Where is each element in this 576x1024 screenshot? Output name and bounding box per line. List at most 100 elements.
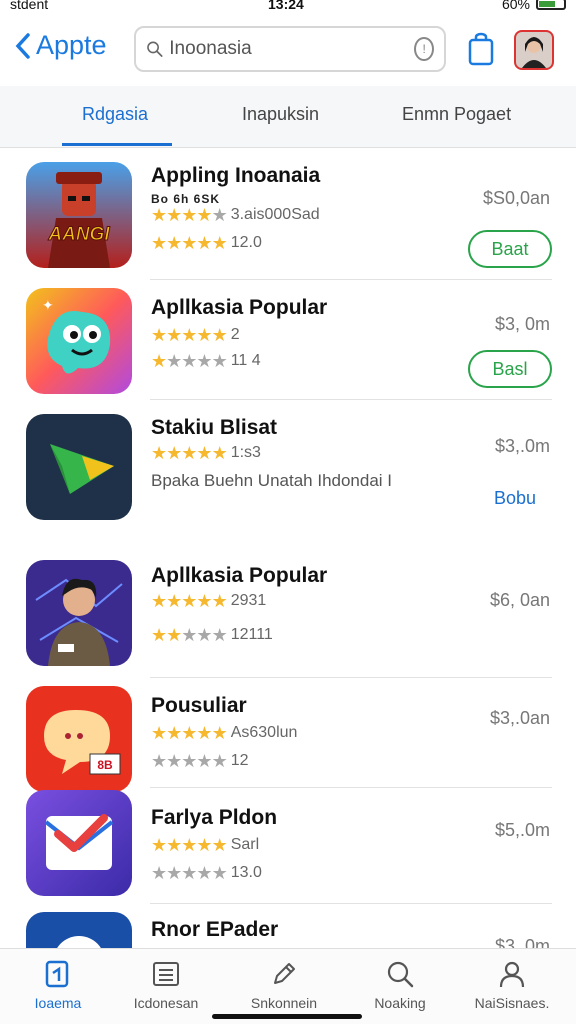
star-filled-icon: ★ bbox=[151, 625, 167, 645]
app-title: Farlya Pldon bbox=[151, 806, 278, 829]
star-rating: ★★★★★ bbox=[151, 325, 228, 345]
star-empty-icon: ★ bbox=[181, 863, 197, 883]
get-button[interactable]: Basl bbox=[468, 350, 552, 388]
star-filled-icon: ★ bbox=[181, 205, 197, 225]
search-bar[interactable]: ! bbox=[134, 26, 446, 72]
star-filled-icon: ★ bbox=[211, 835, 228, 855]
star-empty-icon: ★ bbox=[166, 351, 182, 371]
star-filled-icon: ★ bbox=[181, 591, 197, 611]
tabbar-item-snkonnein[interactable]: Snkonnein bbox=[234, 959, 334, 1011]
star-filled-icon: ★ bbox=[196, 443, 212, 463]
action-link[interactable]: Bobu bbox=[494, 488, 536, 509]
list-item[interactable]: ✦ Apllkasia Popular ★★★★★ 2 ★★★★★ 11 4 $… bbox=[0, 280, 576, 400]
avatar[interactable] bbox=[514, 30, 554, 70]
star-rating: ★★★★★ bbox=[151, 863, 228, 883]
list-item[interactable]: Rnor EPader $3,.0m bbox=[0, 904, 576, 948]
rating-count: As630lun bbox=[230, 724, 298, 741]
star-filled-icon: ★ bbox=[196, 591, 212, 611]
list-item[interactable]: Apllkasia Popular ★★★★★ 2931 ★★★★★ 12111… bbox=[0, 546, 576, 678]
star-filled-icon: ★ bbox=[211, 723, 228, 743]
star-filled-icon: ★ bbox=[196, 205, 212, 225]
tabbar-item-ioaema[interactable]: Ioaema bbox=[8, 959, 108, 1011]
price-label: $3,.0an bbox=[489, 708, 550, 728]
rating-row: ★★★★★ 1:s3 bbox=[151, 444, 261, 462]
price-label: $5,.0m bbox=[494, 820, 550, 840]
rating-row: ★★★★★ 11 4 bbox=[151, 352, 261, 370]
star-filled-icon: ★ bbox=[166, 625, 182, 645]
rating-row: ★★★★★ Sarl bbox=[151, 836, 259, 854]
battery-percent: 60% bbox=[501, 0, 530, 12]
app-icon-avatar[interactable] bbox=[26, 560, 132, 666]
tab-enmn-pogaet[interactable]: Enmn Pogaet bbox=[402, 104, 511, 125]
tabbar-label: Noaking bbox=[374, 995, 426, 1011]
tabbar-item-naisisnaes[interactable]: NaiSisnaes. bbox=[462, 959, 562, 1011]
price-label: $6, 0an bbox=[489, 590, 550, 610]
app-subtitle: Bo 6h 6SK bbox=[151, 192, 221, 206]
star-empty-icon: ★ bbox=[151, 863, 167, 883]
star-rating: ★★★★★ bbox=[151, 751, 228, 771]
star-rating: ★★★★★ bbox=[151, 205, 228, 225]
list-item[interactable]: 8B Pousuliar ★★★★★ As630lun ★★★★★ 12 $3,… bbox=[0, 678, 576, 792]
list-item[interactable]: Stakiu Blisat ★★★★★ 1:s3 Bpaka Buehn Una… bbox=[0, 400, 576, 546]
star-rating: ★★★★★ bbox=[151, 233, 228, 253]
rating-count: 12111 bbox=[230, 626, 273, 643]
rating-row: ★★★★★ 2 bbox=[151, 326, 240, 344]
tabbar-label: NaiSisnaes. bbox=[474, 995, 550, 1011]
tab-inapuksin[interactable]: Inapuksin bbox=[242, 104, 319, 125]
star-rating: ★★★★★ bbox=[151, 835, 228, 855]
star-filled-icon: ★ bbox=[181, 233, 197, 253]
app-icon-play[interactable] bbox=[26, 414, 132, 520]
star-filled-icon: ★ bbox=[151, 351, 167, 371]
tabbar-item-icdonesan[interactable]: Icdonesan bbox=[116, 959, 216, 1011]
star-filled-icon: ★ bbox=[211, 325, 228, 345]
star-empty-icon: ★ bbox=[151, 751, 167, 771]
clock: 13:24 bbox=[268, 0, 304, 12]
back-label: Appte bbox=[36, 30, 107, 60]
star-filled-icon: ★ bbox=[166, 325, 182, 345]
price-label: $3,.0m bbox=[494, 436, 550, 456]
carrier-label: stdent bbox=[10, 0, 49, 12]
app-icon-monster[interactable]: ✦ bbox=[26, 288, 132, 394]
rating-count: 13.0 bbox=[230, 864, 262, 881]
list-item[interactable]: Farlya Pldon ★★★★★ Sarl ★★★★★ 13.0 $5,.0… bbox=[0, 788, 576, 904]
star-filled-icon: ★ bbox=[166, 591, 182, 611]
get-button[interactable]: Baat bbox=[468, 230, 552, 268]
star-filled-icon: ★ bbox=[151, 205, 167, 225]
star-filled-icon: ★ bbox=[211, 443, 228, 463]
app-icon-warrior[interactable]: AANGI bbox=[26, 162, 132, 268]
star-empty-icon: ★ bbox=[211, 863, 228, 883]
shopping-bag-icon[interactable] bbox=[466, 32, 496, 66]
pencil-icon bbox=[274, 963, 295, 984]
star-empty-icon: ★ bbox=[211, 351, 228, 371]
star-filled-icon: ★ bbox=[151, 835, 167, 855]
star-filled-icon: ★ bbox=[166, 233, 182, 253]
star-filled-icon: ★ bbox=[151, 443, 167, 463]
rating-count: 12 bbox=[230, 752, 249, 769]
price-label: $3,.0m bbox=[494, 936, 550, 948]
app-icon-reader[interactable] bbox=[26, 912, 132, 948]
app-icon-chat[interactable]: 8B bbox=[26, 686, 132, 792]
star-empty-icon: ★ bbox=[211, 205, 228, 225]
tabbar-item-noaking[interactable]: Noaking bbox=[350, 959, 450, 1011]
search-input[interactable] bbox=[169, 38, 415, 60]
price-label: $S0,0an bbox=[482, 188, 550, 208]
star-rating: ★★★★★ bbox=[151, 591, 228, 611]
info-icon[interactable]: ! bbox=[414, 37, 434, 61]
tabbar-label: Icdonesan bbox=[133, 995, 199, 1011]
active-tab-indicator bbox=[62, 143, 172, 146]
list-item[interactable]: AANGI Appling Inoanaia Bo 6h 6SK ★★★★★ 3… bbox=[0, 148, 576, 280]
battery-indicator: 60% bbox=[502, 0, 566, 12]
star-empty-icon: ★ bbox=[211, 625, 228, 645]
app-title: Stakiu Blisat bbox=[151, 416, 278, 439]
tab-rdgasia[interactable]: Rdgasia bbox=[82, 104, 148, 125]
search-icon bbox=[387, 961, 414, 988]
star-empty-icon: ★ bbox=[196, 625, 212, 645]
star-filled-icon: ★ bbox=[211, 591, 228, 611]
search-icon bbox=[147, 41, 163, 57]
rating-count: 1:s3 bbox=[230, 444, 261, 461]
back-button[interactable]: Appte bbox=[14, 30, 107, 61]
app-icon-mail[interactable] bbox=[26, 790, 132, 896]
app-title: Apllkasia Popular bbox=[151, 296, 328, 319]
star-empty-icon: ★ bbox=[166, 863, 182, 883]
star-filled-icon: ★ bbox=[166, 443, 182, 463]
